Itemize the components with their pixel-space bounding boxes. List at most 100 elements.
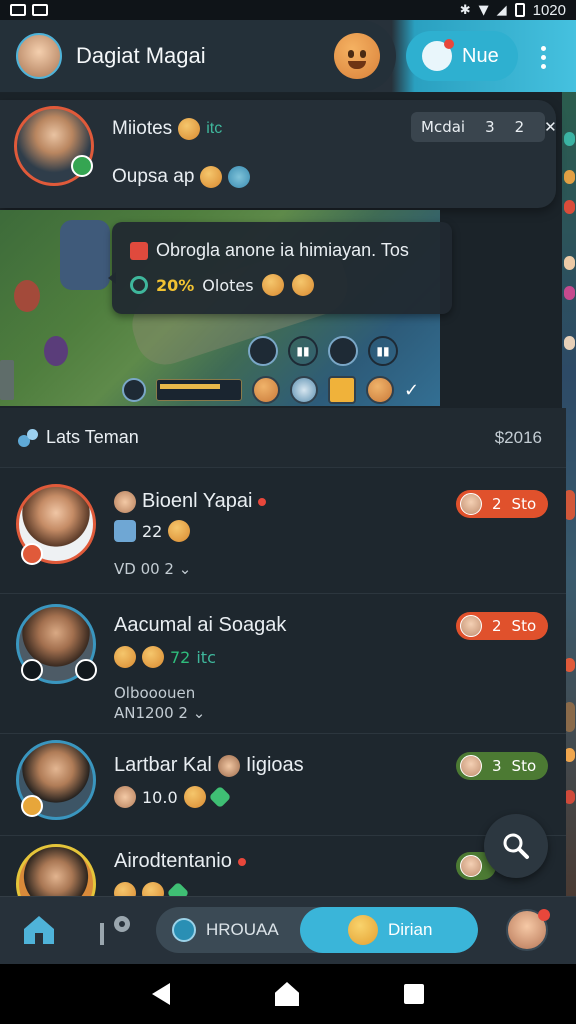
user-avatar[interactable] (16, 33, 62, 79)
back-icon[interactable] (152, 983, 171, 1005)
pill-label: Mcdai (421, 118, 466, 136)
home-nav-icon[interactable] (274, 982, 299, 1006)
friends-icon (18, 428, 40, 447)
search-button[interactable] (484, 814, 548, 878)
friend-name: Bioenl Yapai (142, 490, 253, 512)
news-button[interactable]: Nue (406, 31, 518, 81)
emote-icon[interactable] (366, 376, 394, 404)
avatar (16, 604, 97, 684)
menu-icon[interactable]: ▮▮ (368, 336, 398, 366)
status-badge[interactable]: 2 Sto (456, 490, 548, 518)
smile-emoji-icon (183, 786, 206, 808)
smile-emoji-icon (168, 520, 191, 542)
badge-avatar-icon (460, 855, 482, 877)
featured-stats-pill[interactable]: Mcdai 3 2 ✕ (411, 112, 557, 142)
hero-portrait-icon[interactable] (252, 376, 280, 404)
coin-icon[interactable] (328, 376, 356, 404)
status-time: 1020 (532, 1, 566, 19)
tooltip-detail: Olotes (202, 275, 254, 295)
profile-avatar[interactable] (506, 909, 550, 951)
chevron-down-icon[interactable]: ⌄ (179, 560, 192, 578)
status-badge[interactable]: 2 Sto (456, 612, 548, 640)
more-vertical-icon[interactable] (530, 44, 556, 70)
friend-list: Bioenl Yapai 2 2 VD 00 2 ⌄ 2 Sto Aacumal … (0, 468, 566, 896)
list-item[interactable]: Bioenl Yapai 22 VD 00 2 ⌄ 2 Sto (0, 468, 566, 594)
bottom-navigation: HROUAA Dirian (0, 896, 576, 964)
badge-count: 2 (492, 495, 502, 513)
shield-icon[interactable] (248, 336, 278, 366)
minimap-icon[interactable] (122, 378, 146, 402)
pause-icon[interactable]: ▮▮ (288, 336, 318, 366)
online-badge-icon (71, 155, 93, 177)
friend-name-suffix: Iigioas (245, 754, 304, 776)
list-item[interactable]: Lartbar Kal Iigioas 10.0 3 Sto (0, 734, 566, 836)
recents-icon[interactable] (403, 984, 424, 1004)
skill-icon[interactable] (328, 336, 358, 366)
game-hud: ✓ (122, 374, 440, 406)
friend-meta: VD 00 2 (114, 560, 174, 578)
map-pin-icon[interactable] (98, 913, 134, 947)
ally-portrait-icon[interactable] (290, 376, 318, 404)
friend-name: Lartbar Kal (114, 754, 212, 776)
cool-emoji-icon (228, 166, 251, 188)
badge-label: Sto (511, 617, 537, 635)
game-notification-tooltip[interactable]: Obrogla anone ia himiayan. Tos 20% Olote… (108, 222, 452, 314)
list-item[interactable]: Aacumal ai Soagak 72 itc Olbooouen AN120… (0, 594, 566, 734)
gem-icon (208, 785, 231, 809)
mini-avatar-icon (114, 490, 136, 513)
badge-label: Sto (511, 495, 537, 513)
chevron-down-icon[interactable]: ⌄ (193, 704, 206, 722)
gem-icon (166, 881, 190, 896)
enemy-unit (14, 280, 40, 312)
ally-unit (44, 336, 68, 366)
section-title: Lats Teman (46, 427, 139, 447)
featured-avatar (14, 106, 94, 186)
leaf-icon (114, 520, 136, 542)
list-item[interactable]: Airodtentanio (0, 836, 566, 896)
chat-bubble-icon (422, 39, 454, 71)
home-icon[interactable] (22, 913, 56, 947)
bluetooth-icon: ✱ (459, 2, 471, 18)
friend-name: Airodtentanio (114, 850, 232, 872)
status-badge[interactable]: 3 Sto (456, 752, 548, 780)
tower-unit (0, 360, 14, 400)
friend-meta: Olbooouen (114, 684, 196, 702)
friend-tag: itc (196, 647, 216, 667)
close-icon[interactable]: ✕ (534, 118, 567, 136)
pill-count: 3 (485, 118, 495, 136)
featured-contact-card[interactable]: Miiotes itc Oupsa ap Mcdai 3 2 ✕ (0, 100, 557, 208)
badge-count: 2 (492, 617, 502, 635)
featured-name: Miiotes (112, 118, 173, 139)
health-bar (156, 379, 242, 401)
friend-meta: AN1200 2 (114, 704, 188, 722)
tooltip-message: Obrogla anone ia himiayan. Tos (156, 240, 409, 260)
segment-right[interactable]: Dirian (300, 907, 478, 953)
status-bar: ✱ ▼ ◢ 1020 (0, 0, 576, 20)
featured-tag: itc (206, 120, 223, 137)
notification-icon (10, 4, 26, 16)
app-screen: ✱ ▼ ◢ 1020 Dagiat Magai Nue Miiotes itc … (0, 0, 576, 1024)
emoji-mascot-icon[interactable] (334, 33, 380, 79)
game-action-buttons: ▮▮ ▮▮ (248, 336, 398, 366)
check-icon[interactable]: ✓ (404, 380, 419, 401)
laugh-emoji-icon (114, 882, 136, 896)
avatar (16, 740, 96, 820)
featured-name-row: Miiotes itc (112, 118, 222, 140)
avatar (16, 484, 96, 565)
gallery-icon (32, 4, 48, 16)
mode-segmented-control[interactable]: HROUAA Dirian (156, 907, 478, 953)
featured-subtitle: Oupsa ap (112, 166, 195, 187)
signal-icon: ◢ (496, 2, 507, 18)
badge-avatar-icon (460, 615, 482, 637)
featured-subtitle-row: Oupsa ap (112, 166, 251, 188)
mini-avatar-icon (217, 754, 240, 777)
friend-count: 10.0 (142, 787, 178, 807)
segment-left[interactable]: HROUAA (156, 907, 302, 953)
laugh-emoji-icon (261, 274, 284, 296)
tooltip-percent: 20% (156, 275, 195, 295)
news-label: Nue (462, 44, 499, 67)
badge-avatar-icon (460, 755, 482, 777)
wifi-icon: ▼ (478, 2, 489, 18)
status-badge-icon (21, 543, 43, 565)
friend-name: Aacumal ai Soagak (114, 614, 287, 636)
